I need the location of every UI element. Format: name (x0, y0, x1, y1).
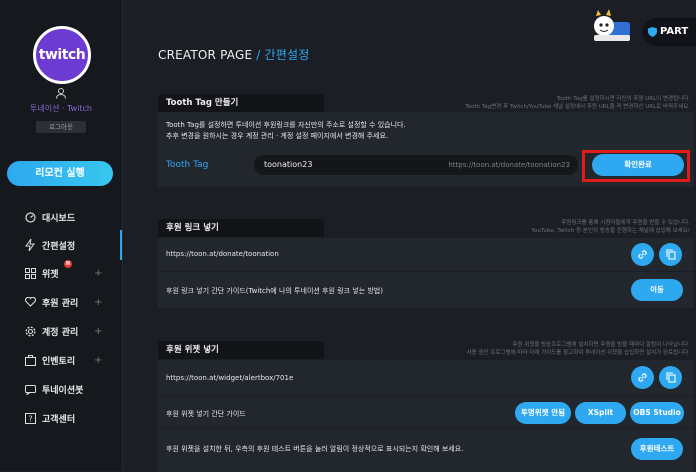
move-button[interactable]: 이동 (631, 279, 683, 301)
sidebar-item-label: 간편설정 (42, 241, 76, 252)
donate-widget-test-description: 후원 위젯을 설치한 뒤, 우측의 후원 테스트 버튼을 눌러 알림이 정상적으… (166, 445, 464, 453)
user-icon (56, 88, 66, 99)
title-separator: / (256, 48, 261, 62)
page-title-main: CREATOR PAGE (158, 48, 253, 62)
donate-link-guide: 후원 링크 넣기 간단 가이드(Twitch에 나의 투네이션 후원 링크 넣는… (166, 287, 383, 295)
partner-label: PART (660, 26, 689, 37)
remote-control-button[interactable]: 리모컨 실행 (7, 161, 113, 186)
avatar-twitch-logo: twitch (38, 47, 86, 63)
sidebar-item-label: 대시보드 (42, 213, 76, 224)
section-tab-donate-link: 후원 링크 넣기 (158, 219, 324, 237)
sidebar-item-label: 고객센터 (42, 414, 76, 425)
support-icon: ? (24, 412, 36, 424)
obs-guide-button[interactable]: OBS Studio (630, 402, 684, 424)
donate-link-note: 후원링크를 통해 시청자들에게 후원을 받을 수 있습니다. YouTube, … (531, 219, 690, 235)
heart-icon (24, 296, 36, 308)
note-line: 후원링크를 통해 시청자들에게 후원을 받을 수 있습니다. (561, 220, 690, 226)
mascot-icon (594, 9, 630, 41)
donate-widget-test-row: 후원 위젯을 설치한 뒤, 우측의 후원 테스트 버튼을 눌러 알림이 정상적으… (158, 428, 694, 472)
sidebar-item-inventory[interactable]: 인벤토리 + (0, 351, 122, 369)
bot-icon (24, 383, 36, 395)
sidebar-item-dashboard[interactable]: 대시보드 (0, 208, 122, 226)
expand-plus-icon[interactable]: + (94, 326, 102, 337)
sidebar-item-quick-setup[interactable]: 간편설정 (0, 230, 122, 260)
donate-widget-url: https://toon.at/widget/alertbox/701e (166, 374, 294, 382)
shield-icon (648, 27, 657, 37)
sidebar-item-label: 인벤토리 (42, 356, 76, 367)
partner-button[interactable]: PART (642, 18, 696, 46)
sidebar-item-widget[interactable]: 위젯 N + (0, 260, 122, 282)
sidebar-item-label: 투네이션봇 (42, 385, 84, 396)
logout-button[interactable]: 로그아웃 (36, 121, 86, 133)
copy-widget-link-button[interactable] (659, 366, 682, 389)
page-title: CREATOR PAGE / 간편설정 (158, 46, 310, 63)
section-tab-donate-widget: 후원 위젯 넣기 (158, 341, 324, 359)
sidebar-item-label: 계정 관리 (42, 327, 79, 338)
note-line: YouTube, Twitch 등 본인의 방송을 진행하는 채널에 삽입해 보… (531, 228, 690, 234)
tooth-tag-url-hint: https://toon.at/donate/toonation23 (448, 161, 570, 169)
expand-plus-icon[interactable]: + (94, 355, 102, 366)
sidebar-item-label: 위젯 (42, 269, 59, 280)
tooth-tag-value: toonation23 (264, 160, 313, 169)
tooth-tag-label: Tooth Tag (166, 160, 209, 170)
note-line: 후원 위젯을 방송프로그램에 설치하면 후원을 받을 때마다 알림이 나타납니다… (512, 342, 690, 348)
open-link-button[interactable] (631, 243, 654, 266)
open-widget-link-button[interactable] (631, 366, 654, 389)
note-line: Tooth Tag를 설정하시면 자신의 후원 URL이 변경됩니다. (556, 96, 690, 102)
note-line: Tooth Tag변경 후 Twitch/YouTube 채널 설정에서 후원 … (465, 104, 690, 110)
tooth-tag-note: Tooth Tag를 설정하시면 자신의 후원 URL이 변경됩니다. Toot… (465, 95, 690, 111)
sidebar-item-label: 후원 관리 (42, 298, 79, 309)
dashboard-icon (24, 211, 36, 223)
note-line: 사용 중인 프로그램에 따라 아래 가이드를 참고하여 투네이션 위젯을 삽입하… (466, 350, 690, 356)
donation-test-button[interactable]: 후원테스트 (631, 438, 683, 460)
inventory-icon (24, 354, 36, 366)
xsplit-guide-button[interactable]: XSplit (575, 402, 626, 424)
transparent-widget-guide-button[interactable]: 투명위젯 안됨 (515, 402, 571, 424)
donate-link-url-row: https://toon.at/donate/toonation (158, 237, 694, 271)
description-line: Tooth Tag를 설정하면 투네이션 후원링크를 자신만의 주소로 설정할 … (166, 121, 406, 129)
donate-widget-guide-row: 후원 위젯 넣기 간단 가이드 투명위젯 안됨 XSplit OBS Studi… (158, 396, 694, 428)
donate-widget-guide: 후원 위젯 넣기 간단 가이드 (166, 410, 246, 418)
sidebar-item-toonation-bot[interactable]: 투네이션봇 (0, 380, 122, 398)
link-icon (638, 250, 647, 259)
copy-link-button[interactable] (659, 243, 682, 266)
donate-widget-note: 후원 위젯을 방송프로그램에 설치하면 후원을 받을 때마다 알림이 나타납니다… (467, 341, 690, 357)
sidebar: twitch 투네이션 · Twitch 로그아웃 리모컨 실행 대시보드 간편… (0, 0, 123, 471)
user-name: 투네이션 · Twitch (29, 104, 92, 113)
sidebar-item-account-management[interactable]: 계정 관리 + (0, 322, 122, 340)
svg-text:?: ? (28, 414, 32, 423)
donate-link-url: https://toon.at/donate/toonation (166, 250, 279, 258)
highlight-box (582, 150, 690, 182)
avatar[interactable]: twitch (33, 26, 91, 84)
expand-plus-icon[interactable]: + (94, 297, 102, 308)
widget-icon (24, 267, 36, 279)
gear-icon (24, 325, 36, 337)
new-badge: N (64, 260, 72, 268)
tooth-tag-input[interactable]: toonation23 https://toon.at/donate/toona… (254, 155, 578, 175)
page-title-sub: 간편설정 (264, 48, 310, 62)
link-icon (638, 373, 647, 382)
section-tab-tooth-tag: Tooth Tag 만들기 (158, 94, 324, 112)
sidebar-item-support[interactable]: ? 고객센터 (0, 409, 122, 427)
sidebar-item-donation-management[interactable]: 후원 관리 + (0, 293, 122, 311)
donate-widget-url-row: https://toon.at/widget/alertbox/701e (158, 359, 694, 396)
lightning-icon (24, 239, 36, 251)
tooth-tag-description: Tooth Tag를 설정하면 투네이션 후원링크를 자신만의 주소로 설정할 … (166, 120, 406, 142)
copy-icon (665, 249, 676, 260)
expand-plus-icon[interactable]: + (94, 268, 102, 279)
copy-icon (665, 372, 676, 383)
description-line: 추후 변경을 원하시는 경우 계정 관리 · 계정 설정 페이지에서 변경해 주… (166, 132, 389, 140)
donate-link-guide-row: 후원 링크 넣기 간단 가이드(Twitch에 나의 투네이션 후원 링크 넣는… (158, 271, 694, 308)
